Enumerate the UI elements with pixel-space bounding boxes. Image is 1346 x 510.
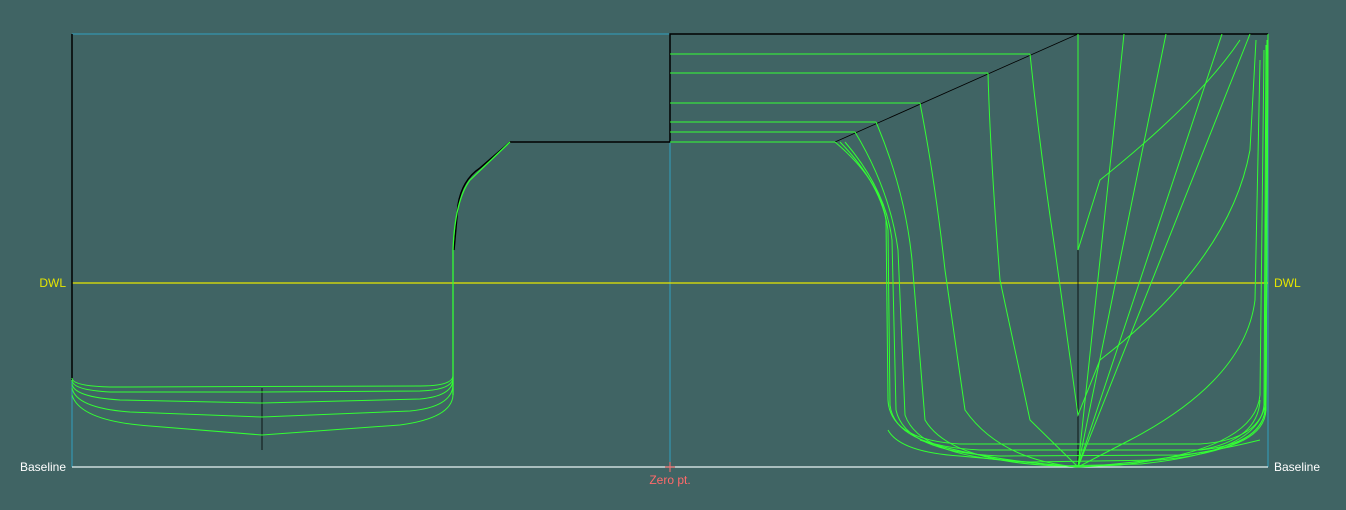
aft-sections: [71, 141, 511, 436]
dwl-label-right: DWL: [1274, 276, 1301, 290]
body-plan-canvas[interactable]: DWL DWL Baseline Baseline Zero pt.: [0, 0, 1346, 510]
zero-point-label: Zero pt.: [649, 473, 690, 487]
baseline-label-right: Baseline: [1274, 460, 1320, 474]
zero-point-marker: [665, 462, 675, 472]
dwl-label-left: DWL: [39, 276, 66, 290]
forward-sections: [670, 33, 1269, 468]
baseline-label-left: Baseline: [20, 460, 66, 474]
